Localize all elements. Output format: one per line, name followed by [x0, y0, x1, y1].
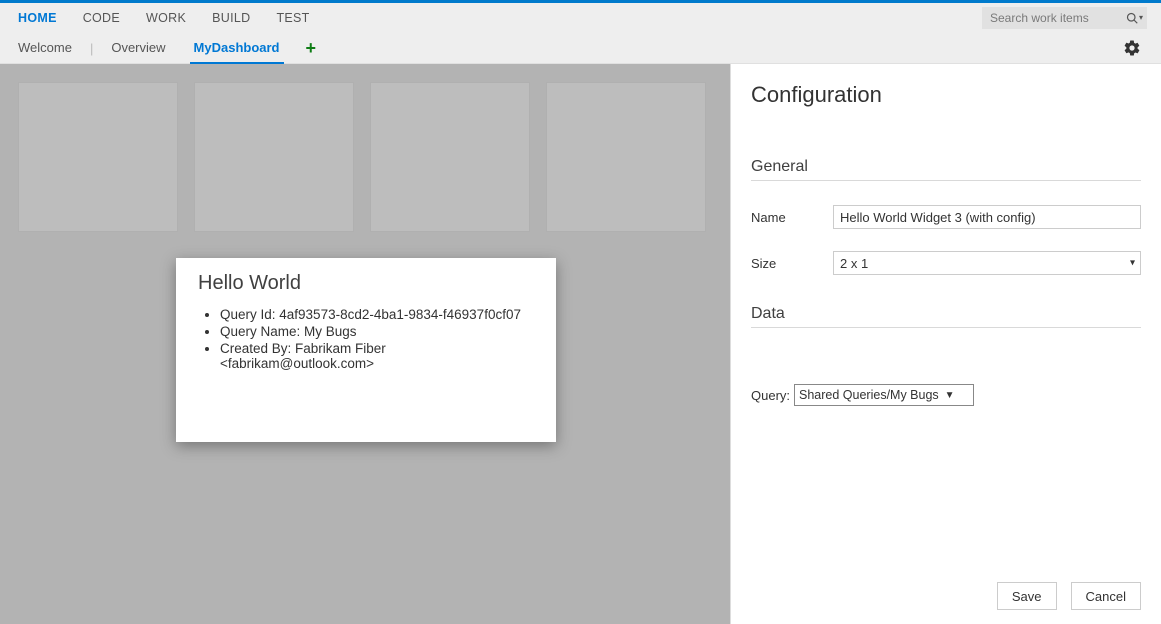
field-label-name: Name [751, 210, 833, 225]
widget-info-item: Query Name: My Bugs [220, 324, 534, 339]
search-caret-icon: ▾ [1139, 14, 1143, 22]
search-container: ▾ [982, 7, 1147, 29]
section-label-data: Data [751, 305, 1141, 328]
field-row-query: Query: Shared Queries/My Bugs ▼ [751, 384, 1141, 406]
query-select-value: Shared Queries/My Bugs [799, 388, 939, 402]
header: HOME CODE WORK BUILD TEST ▾ [0, 3, 1161, 64]
placeholder-tile [370, 82, 530, 232]
chevron-down-icon: ▼ [945, 390, 955, 401]
nav-tab-code[interactable]: CODE [83, 11, 120, 25]
header-row-main: HOME CODE WORK BUILD TEST ▾ [0, 3, 1161, 33]
nav-tab-work[interactable]: WORK [146, 11, 186, 25]
placeholder-tile [18, 82, 178, 232]
gear-icon[interactable] [1123, 39, 1141, 57]
hello-world-widget[interactable]: Hello World Query Id: 4af93573-8cd2-4ba1… [176, 258, 556, 442]
sub-tab-separator: | [86, 41, 97, 56]
placeholder-tile [194, 82, 354, 232]
field-row-size: Size ▾ [751, 251, 1141, 275]
config-spacer [751, 406, 1141, 572]
widget-info-item: Created By: Fabrikam Fiber <fabrikam@out… [220, 341, 534, 371]
placeholder-tile [546, 82, 706, 232]
search-box-container: ▾ [982, 7, 1147, 29]
widget-info-list: Query Id: 4af93573-8cd2-4ba1-9834-f46937… [198, 307, 534, 371]
name-input[interactable] [833, 205, 1141, 229]
query-select[interactable]: Shared Queries/My Bugs ▼ [794, 384, 974, 406]
cancel-button[interactable]: Cancel [1071, 582, 1141, 610]
add-dashboard-button[interactable]: + [294, 35, 329, 61]
nav-tab-build[interactable]: BUILD [212, 11, 250, 25]
nav-tab-test[interactable]: TEST [276, 11, 309, 25]
section-label-general: General [751, 158, 1141, 181]
config-panel-title: Configuration [751, 82, 1141, 108]
widget-info-item: Query Id: 4af93573-8cd2-4ba1-9834-f46937… [220, 307, 534, 322]
field-row-name: Name [751, 205, 1141, 229]
header-row-sub: Welcome | Overview MyDashboard + [0, 33, 1161, 63]
widget-title: Hello World [198, 272, 534, 295]
size-select[interactable] [833, 251, 1141, 275]
dashboard-canvas: Hello World Query Id: 4af93573-8cd2-4ba1… [0, 64, 730, 624]
sub-tab-mydashboard[interactable]: MyDashboard [180, 33, 294, 63]
placeholder-row [18, 82, 712, 232]
sub-tab-overview[interactable]: Overview [97, 33, 179, 63]
sub-nav-tabs: Welcome | Overview MyDashboard + [18, 33, 328, 63]
config-button-row: Save Cancel [751, 572, 1141, 610]
size-select-wrap[interactable]: ▾ [833, 251, 1141, 275]
search-icon[interactable]: ▾ [1126, 12, 1143, 24]
main-split: Hello World Query Id: 4af93573-8cd2-4ba1… [0, 64, 1161, 624]
save-button[interactable]: Save [997, 582, 1057, 610]
search-input[interactable] [982, 7, 1147, 29]
field-label-query: Query: [751, 388, 790, 403]
configuration-panel: Configuration General Name Size ▾ Data Q… [730, 64, 1161, 624]
sub-tab-welcome[interactable]: Welcome [18, 33, 86, 63]
nav-tab-home[interactable]: HOME [18, 11, 57, 25]
main-nav-tabs: HOME CODE WORK BUILD TEST [18, 11, 310, 25]
field-label-size: Size [751, 256, 833, 271]
